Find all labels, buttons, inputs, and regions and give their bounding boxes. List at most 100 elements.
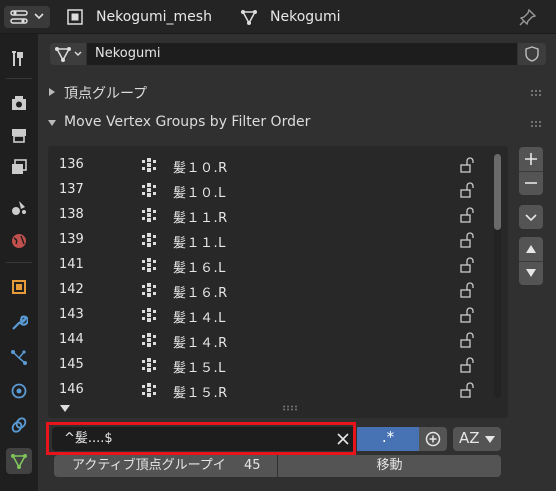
fake-user-button[interactable]: [518, 43, 546, 65]
row-index: 142: [59, 282, 84, 297]
unlocked-icon[interactable]: [459, 257, 475, 273]
tab-physics[interactable]: [6, 378, 32, 404]
close-icon[interactable]: [336, 432, 350, 446]
tab-data[interactable]: [6, 448, 32, 474]
vertex-group-name[interactable]: 髪１０.L: [173, 182, 226, 201]
triangle-right-icon: [49, 88, 55, 96]
vertex-group-name[interactable]: 髪１０.R: [173, 157, 228, 176]
properties-editor-icon: [10, 10, 28, 24]
tab-tool[interactable]: [6, 46, 32, 72]
world-icon: [12, 234, 26, 248]
object-type-dropdown[interactable]: [50, 43, 86, 65]
unlocked-icon[interactable]: [459, 307, 475, 323]
render-icon: [12, 96, 26, 110]
filter-name-input[interactable]: ^髪....$: [52, 427, 353, 451]
vertex-group-icon: [142, 208, 156, 222]
row-index: 146: [59, 382, 84, 397]
unlocked-icon[interactable]: [459, 207, 475, 223]
row-index: 143: [59, 307, 84, 322]
specials-menu-button[interactable]: [519, 205, 543, 229]
filter-options-toggle-icon[interactable]: [60, 404, 70, 413]
tab-particles[interactable]: [6, 344, 32, 370]
vertex-group-name[interactable]: 髪１６.L: [173, 257, 226, 276]
field-label: アクティブ頂点グループイ: [72, 458, 226, 473]
tab-separator: [6, 262, 32, 263]
list-item[interactable]: 145 髪１５.L: [48, 352, 488, 377]
vertex-group-name[interactable]: 髪１５.L: [173, 357, 226, 376]
move-up-button[interactable]: [519, 237, 543, 261]
row-index: 144: [59, 332, 84, 347]
drag-grip-icon[interactable]: [530, 120, 544, 128]
object-name[interactable]: Nekogumi: [270, 9, 341, 25]
drag-grip-icon[interactable]: [530, 89, 544, 97]
panel-title: Move Vertex Groups by Filter Order: [64, 114, 311, 130]
add-remove-group: [519, 147, 543, 195]
list-item[interactable]: 144 髪１４.R: [48, 327, 488, 352]
constraints-icon: [11, 417, 27, 433]
unlocked-icon[interactable]: [459, 382, 475, 398]
mesh-data-icon: [11, 454, 27, 469]
vertex-group-name[interactable]: 髪１１.L: [173, 232, 226, 251]
vertex-group-name[interactable]: 髪１５.R: [173, 382, 228, 401]
vertex-group-icon: [142, 383, 156, 397]
list-item[interactable]: 137 髪１０.L: [48, 177, 488, 202]
move-down-button[interactable]: [519, 261, 543, 285]
add-vertex-group-button[interactable]: [519, 147, 543, 171]
triangle-down-icon: [48, 120, 56, 126]
object-selector: Nekogumi: [50, 43, 546, 65]
panel-title: 頂点グループ: [64, 86, 148, 102]
active-vertex-group-index-field[interactable]: アクティブ頂点グループイ 45: [54, 455, 277, 477]
object-icon: [12, 280, 26, 294]
vertex-group-icon: [142, 308, 156, 322]
mesh-name[interactable]: Nekogumi_mesh: [96, 9, 212, 25]
specials-menu-button-inner[interactable]: [519, 205, 543, 229]
view-layer-icon: [12, 159, 27, 174]
vertex-group-icon: [142, 158, 156, 172]
sort-alpha-dropdown[interactable]: AZ: [453, 427, 501, 451]
regex-toggle-button[interactable]: .*: [357, 427, 419, 451]
tab-modifiers[interactable]: [6, 310, 32, 336]
shield-icon: [525, 46, 539, 62]
list-item[interactable]: 141 髪１６.L: [48, 252, 488, 277]
chevron-down-icon: [485, 436, 495, 443]
tab-output[interactable]: [6, 122, 32, 148]
list-item[interactable]: 139 髪１１.L: [48, 227, 488, 252]
tab-render[interactable]: [6, 90, 32, 116]
tab-constraints[interactable]: [6, 412, 32, 438]
object-name-field[interactable]: Nekogumi: [87, 43, 517, 65]
unlocked-icon[interactable]: [459, 357, 475, 373]
vertex-group-name[interactable]: 髪１１.R: [173, 207, 228, 226]
pin-icon[interactable]: [518, 7, 538, 27]
tab-object[interactable]: [6, 274, 32, 300]
invert-filter-button[interactable]: [419, 427, 447, 451]
move-vertex-groups-panel-header[interactable]: Move Vertex Groups by Filter Order: [44, 110, 550, 136]
list-scrollbar[interactable]: [494, 154, 501, 398]
vertex-group-name[interactable]: 髪１４.R: [173, 332, 228, 351]
tab-scene[interactable]: [6, 194, 32, 220]
unlocked-icon[interactable]: [459, 332, 475, 348]
tool-icon: [12, 51, 23, 66]
unlocked-icon[interactable]: [459, 282, 475, 298]
editor-type-dropdown[interactable]: [4, 6, 50, 28]
list-item[interactable]: 138 髪１１.R: [48, 202, 488, 227]
list-resize-grip-icon[interactable]: [282, 405, 298, 411]
field-value: 45: [244, 458, 261, 473]
move-group: [519, 237, 543, 285]
list-item[interactable]: 142 髪１６.R: [48, 277, 488, 302]
vertex-group-list[interactable]: 136 髪１０.R 137 髪１０.L 138 髪１１.R 139 髪１１.L …: [48, 146, 508, 418]
vertex-group-name[interactable]: 髪１６.R: [173, 282, 228, 301]
vertex-groups-panel-header[interactable]: 頂点グループ: [44, 79, 550, 105]
tab-world[interactable]: [6, 228, 32, 254]
list-item[interactable]: 143 髪１４.L: [48, 302, 488, 327]
unlocked-icon[interactable]: [459, 157, 475, 173]
list-item[interactable]: 146 髪１５.R: [48, 377, 488, 402]
unlocked-icon[interactable]: [459, 232, 475, 248]
vertex-group-name[interactable]: 髪１４.L: [173, 307, 226, 326]
remove-vertex-group-button[interactable]: [519, 171, 543, 195]
tab-view-layer[interactable]: [6, 154, 32, 180]
minus-icon: [525, 182, 537, 184]
unlocked-icon[interactable]: [459, 182, 475, 198]
list-item[interactable]: 136 髪１０.R: [48, 152, 488, 177]
scrollbar-thumb[interactable]: [494, 154, 501, 230]
move-button[interactable]: 移動: [278, 455, 501, 477]
